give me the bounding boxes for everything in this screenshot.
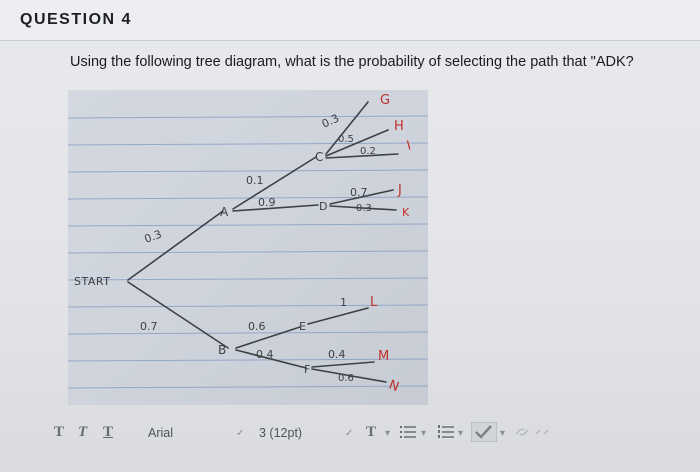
prob-B-F: 0.4	[256, 348, 274, 361]
text-color-button[interactable]: T	[366, 424, 376, 441]
font-size-dropdown-icon[interactable]: ✓	[345, 428, 353, 439]
numbered-list-dropdown-icon[interactable]: ▾	[458, 428, 463, 439]
leaf-H: H	[394, 119, 404, 134]
question-number: QUESTION 4	[20, 11, 132, 28]
leaf-G: G	[380, 93, 390, 108]
font-size-select[interactable]: 3 (12pt)	[259, 426, 302, 440]
underline-button[interactable]: T	[103, 424, 113, 441]
unlink-icon[interactable]	[534, 425, 550, 442]
prob-D-K: 0.3	[356, 203, 372, 214]
leaf-M: M	[378, 349, 389, 364]
font-family-select[interactable]: Arial	[148, 426, 173, 440]
italic-button[interactable]: T	[78, 424, 87, 441]
node-E: E	[299, 320, 306, 333]
spellcheck-icon[interactable]	[470, 421, 498, 445]
spellcheck-dropdown-icon[interactable]: ▾	[500, 428, 505, 439]
prob-E-L: 1	[340, 296, 347, 309]
node-F: F	[304, 363, 310, 376]
tree-diagram-photo: START A B C D E F 0.3 0.7 0.1 0.9 0.6 0.…	[68, 90, 428, 405]
leaf-L: L	[370, 295, 378, 310]
numbered-list-icon[interactable]	[438, 425, 454, 442]
node-D: D	[319, 200, 327, 213]
prob-F-M: 0.4	[328, 348, 346, 361]
start-label: START	[74, 275, 110, 288]
prob-A-C: 0.1	[246, 174, 264, 187]
text-color-dropdown-icon[interactable]: ▾	[385, 428, 390, 439]
prob-C-H: 0.5	[338, 134, 354, 145]
node-C: C	[315, 150, 323, 164]
question-text: Using the following tree diagram, what i…	[70, 54, 634, 70]
prob-start-B: 0.7	[140, 320, 158, 333]
leaf-J: J	[397, 183, 402, 198]
leaf-K: K	[402, 206, 410, 219]
tree-diagram: START A B C D E F 0.3 0.7 0.1 0.9 0.6 0.…	[68, 90, 428, 405]
node-A: A	[220, 205, 229, 219]
bold-button[interactable]: T	[54, 424, 64, 441]
prob-D-J: 0.7	[350, 186, 368, 199]
paper-background	[68, 90, 428, 405]
bullet-list-dropdown-icon[interactable]: ▾	[421, 428, 426, 439]
prob-C-I: 0.2	[360, 146, 376, 157]
prob-B-E: 0.6	[248, 320, 266, 333]
editor-toolbar: T T T Arial ✓ 3 (12pt) ✓ T ▾ ▾ ▾ ▾	[0, 414, 700, 454]
link-icon[interactable]	[514, 425, 530, 442]
prob-F-N: 0.6	[338, 373, 354, 384]
bullet-list-icon[interactable]	[400, 425, 416, 442]
question-header: QUESTION 4	[0, 0, 700, 41]
prob-A-D: 0.9	[258, 196, 276, 209]
node-B: B	[218, 343, 226, 357]
font-family-dropdown-icon[interactable]: ✓	[236, 428, 244, 439]
